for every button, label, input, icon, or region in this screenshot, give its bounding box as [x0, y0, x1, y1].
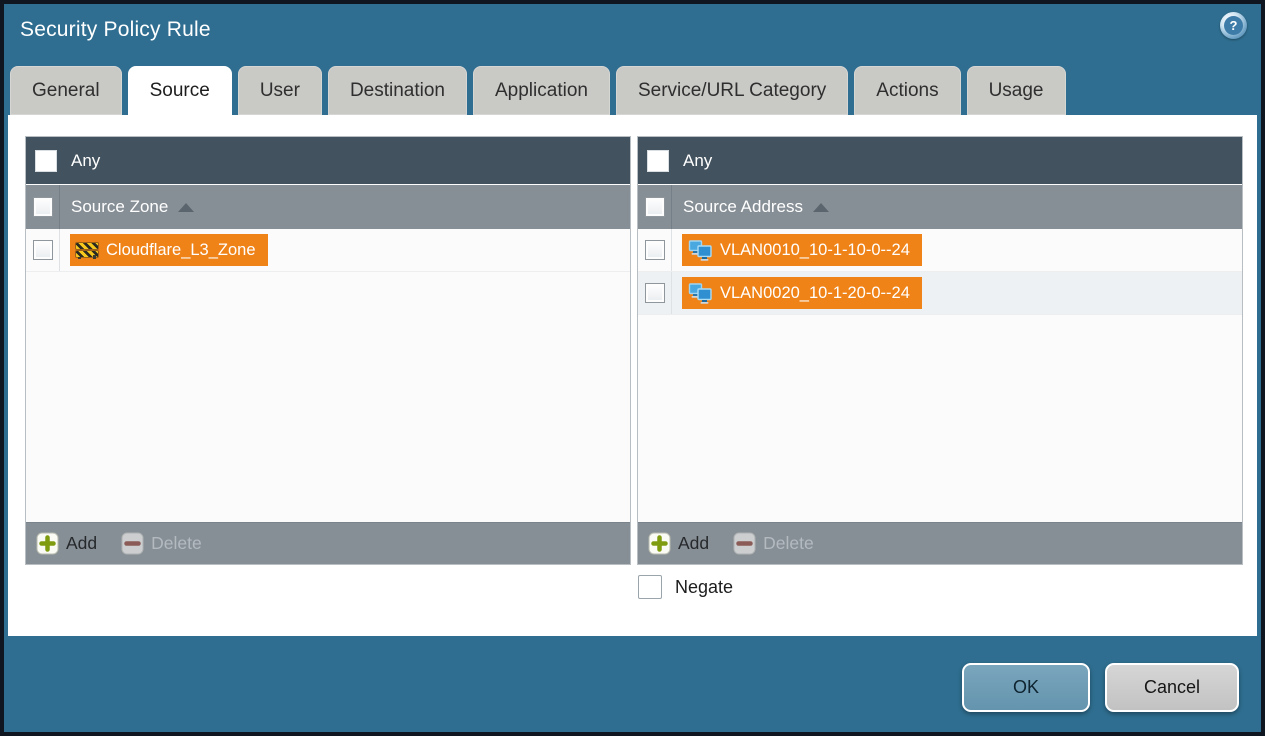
help-icon[interactable]: ? — [1220, 12, 1247, 39]
source-zone-any-checkbox[interactable] — [35, 149, 57, 172]
sort-ascending-icon — [813, 202, 830, 212]
source-zone-select-all-checkbox[interactable] — [32, 197, 53, 217]
address-entry[interactable]: VLAN0010_10-1-10-0--24 — [682, 234, 922, 266]
tab-service-url-category[interactable]: Service/URL Category — [615, 66, 849, 115]
plus-icon — [36, 532, 59, 555]
cancel-button[interactable]: Cancel — [1105, 663, 1239, 712]
table-row[interactable]: VLAN0010_10-1-10-0--24 — [638, 229, 1242, 272]
table-row[interactable]: Cloudflare_L3_Zone — [26, 229, 630, 272]
delete-button-label: Delete — [763, 533, 814, 553]
row-checkbox[interactable] — [32, 240, 53, 260]
source-zone-list: Cloudflare_L3_Zone — [26, 229, 630, 522]
tab-application[interactable]: Application — [473, 66, 610, 115]
sort-ascending-icon — [178, 202, 195, 212]
row-checkbox[interactable] — [644, 240, 665, 260]
source-address-list: VLAN0010_10-1-10-0--24 VLAN0020_10-1-20-… — [638, 229, 1242, 522]
address-icon — [688, 282, 712, 304]
add-button-label: Add — [66, 533, 98, 553]
address-entry[interactable]: VLAN0020_10-1-20-0--24 — [682, 277, 922, 309]
zone-icon — [75, 241, 99, 259]
source-zone-footer: Add Delete — [26, 522, 630, 564]
tab-actions[interactable]: Actions — [854, 66, 961, 115]
plus-icon — [648, 532, 671, 555]
source-address-footer: Add Delete — [638, 522, 1242, 564]
source-address-select-all-checkbox[interactable] — [644, 197, 665, 217]
source-tab-content: Any Source Zone Cloudflare_L3_Zone Add D… — [8, 115, 1257, 636]
ok-button[interactable]: OK — [962, 663, 1090, 712]
security-policy-rule-dialog: Security Policy Rule ? General Source Us… — [0, 0, 1265, 736]
minus-icon — [733, 532, 756, 555]
source-zone-panel: Any Source Zone Cloudflare_L3_Zone Add D… — [25, 136, 631, 565]
row-checkbox[interactable] — [644, 283, 665, 303]
tab-destination[interactable]: Destination — [327, 66, 467, 115]
table-row[interactable]: VLAN0020_10-1-20-0--24 — [638, 272, 1242, 315]
dialog-title: Security Policy Rule — [20, 18, 211, 41]
delete-button-label: Delete — [151, 533, 202, 553]
tab-general[interactable]: General — [10, 66, 122, 115]
zone-entry[interactable]: Cloudflare_L3_Zone — [70, 234, 268, 266]
delete-button[interactable]: Delete — [121, 532, 202, 555]
source-address-any-checkbox[interactable] — [647, 149, 669, 172]
negate-checkbox[interactable] — [638, 575, 662, 599]
source-zone-column-label: Source Zone — [71, 197, 169, 216]
negate-label: Negate — [675, 576, 734, 597]
source-address-column-header[interactable]: Source Address — [638, 184, 1242, 229]
source-zone-any-header: Any — [26, 137, 630, 184]
negate-row: Negate — [638, 575, 733, 599]
add-button[interactable]: Add — [36, 532, 97, 555]
source-address-any-label: Any — [683, 150, 713, 170]
add-button[interactable]: Add — [648, 532, 709, 555]
minus-icon — [121, 532, 144, 555]
tab-usage[interactable]: Usage — [966, 66, 1066, 115]
address-icon — [688, 239, 712, 261]
tab-bar: General Source User Destination Applicat… — [10, 66, 1066, 115]
address-entry-label: VLAN0010_10-1-10-0--24 — [720, 240, 910, 259]
source-address-any-header: Any — [638, 137, 1242, 184]
add-button-label: Add — [678, 533, 710, 553]
tab-user[interactable]: User — [237, 66, 322, 115]
source-zone-any-label: Any — [71, 150, 101, 170]
zone-entry-label: Cloudflare_L3_Zone — [106, 240, 256, 259]
source-address-panel: Any Source Address VLAN0010_10-1-10-0--2… — [637, 136, 1243, 565]
tab-source[interactable]: Source — [127, 66, 232, 115]
dialog-titlebar: Security Policy Rule ? — [4, 4, 1261, 62]
source-zone-column-header[interactable]: Source Zone — [26, 184, 630, 229]
delete-button[interactable]: Delete — [733, 532, 814, 555]
source-address-column-label: Source Address — [683, 197, 804, 216]
address-entry-label: VLAN0020_10-1-20-0--24 — [720, 283, 910, 302]
